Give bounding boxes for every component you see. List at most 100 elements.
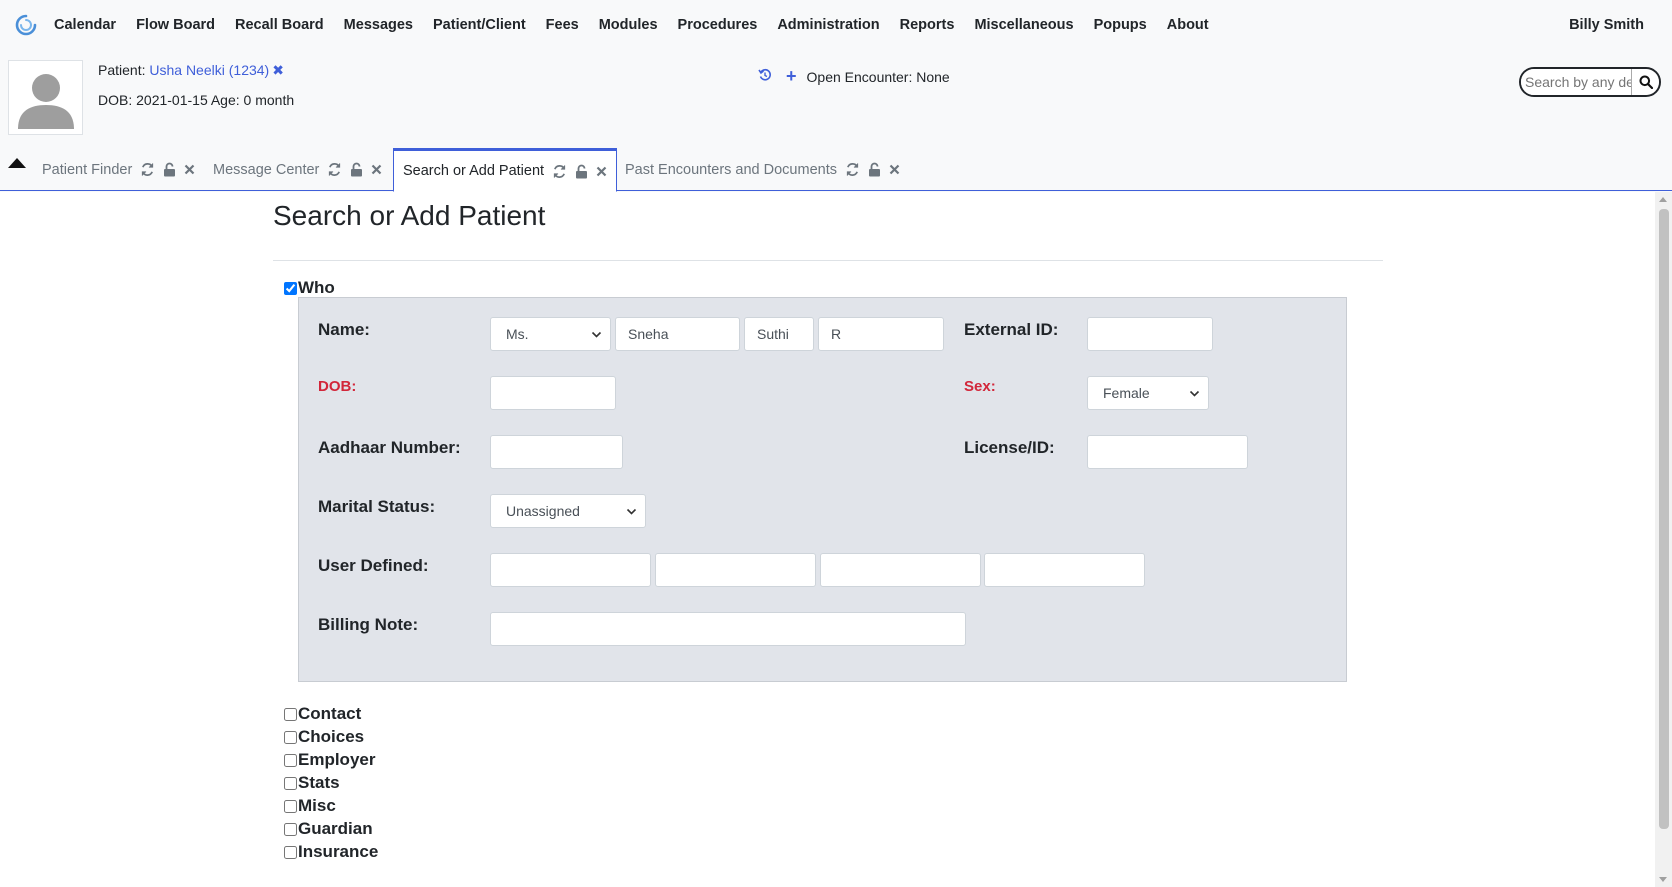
who-checkbox[interactable] [284, 281, 297, 295]
unlock-icon[interactable] [163, 162, 176, 177]
name-label: Name: [318, 320, 370, 339]
content-scrollbar[interactable] [1655, 192, 1672, 887]
chevron-down-icon [591, 331, 602, 338]
menu-messages[interactable]: Messages [334, 17, 423, 33]
middle-name-input[interactable] [744, 317, 814, 351]
section-label: Guardian [298, 819, 373, 838]
menu-recall-board[interactable]: Recall Board [225, 17, 334, 33]
external-id-input[interactable] [1087, 317, 1213, 351]
marital-status-select[interactable]: Unassigned [490, 494, 646, 528]
tab-search-add-patient[interactable]: Search or Add Patient [393, 148, 618, 192]
billing-note-label: Billing Note: [318, 615, 419, 634]
menu-patient-client[interactable]: Patient/Client [423, 17, 536, 33]
dob-input[interactable] [490, 376, 616, 410]
search-icon[interactable] [1631, 69, 1659, 95]
guardian-checkbox[interactable] [284, 822, 297, 836]
menu-flow-board[interactable]: Flow Board [126, 17, 225, 33]
sex-select[interactable]: Female [1087, 376, 1209, 410]
close-tab-icon[interactable] [184, 164, 195, 175]
unlock-icon[interactable] [350, 162, 363, 177]
user-defined-3-input[interactable] [820, 553, 981, 587]
dob-label: DOB: [318, 378, 357, 395]
section-label: Misc [298, 796, 336, 815]
marital-status-label: Marital Status: [318, 497, 436, 516]
menu-procedures[interactable]: Procedures [668, 17, 768, 33]
menu-fees[interactable]: Fees [536, 17, 589, 33]
history-icon[interactable] [758, 68, 772, 86]
unlock-icon[interactable] [575, 164, 588, 179]
user-defined-1-input[interactable] [490, 553, 651, 587]
license-label: License/ID: [964, 438, 1055, 457]
person-avatar-icon [17, 73, 74, 129]
close-tab-icon[interactable] [889, 164, 900, 175]
who-label: Who [298, 278, 335, 297]
chevron-down-icon [626, 508, 637, 515]
patient-search-input[interactable] [1521, 69, 1633, 95]
menu-administration[interactable]: Administration [767, 17, 889, 33]
tab-message-center[interactable]: Message Center [204, 148, 391, 191]
patient-avatar [8, 60, 83, 135]
last-name-input[interactable] [818, 317, 944, 351]
billing-note-input[interactable] [490, 612, 966, 646]
external-id-label: External ID: [964, 320, 1059, 339]
menu-miscellaneous[interactable]: Miscellaneous [964, 17, 1083, 33]
encounter-bar: + Open Encounter: None [758, 66, 950, 87]
close-tab-icon[interactable] [596, 166, 607, 177]
tab-label: Search or Add Patient [403, 163, 545, 179]
section-guardian[interactable]: Guardian [284, 819, 373, 839]
page-title: Search or Add Patient [273, 200, 546, 231]
menu-calendar[interactable]: Calendar [44, 17, 126, 33]
title-select[interactable]: Ms. [490, 317, 611, 351]
stats-checkbox[interactable] [284, 776, 297, 790]
tab-bar: Patient Finder Message Center Search or … [0, 148, 1672, 192]
patient-name-line: Patient: Usha Neelki (1234) ✖ [98, 62, 284, 79]
section-employer[interactable]: Employer [284, 750, 375, 770]
who-panel: Name: Ms. External ID: DOB: Sex: Female … [298, 297, 1347, 682]
section-stats[interactable]: Stats [284, 773, 340, 793]
refresh-icon[interactable] [845, 162, 860, 177]
section-who[interactable]: Who [284, 278, 335, 298]
aadhaar-input[interactable] [490, 435, 623, 469]
insurance-checkbox[interactable] [284, 845, 297, 859]
menu-modules[interactable]: Modules [589, 17, 668, 33]
section-label: Stats [298, 773, 340, 792]
menu-reports[interactable]: Reports [890, 17, 965, 33]
unlock-icon[interactable] [868, 162, 881, 177]
new-encounter-plus-icon[interactable]: + [786, 66, 797, 87]
section-choices[interactable]: Choices [284, 727, 364, 747]
license-input[interactable] [1087, 435, 1248, 469]
refresh-icon[interactable] [327, 162, 342, 177]
tab-label: Message Center [213, 161, 320, 178]
refresh-icon[interactable] [140, 162, 155, 177]
sex-select-value: Female [1103, 385, 1150, 401]
user-menu[interactable]: Billy Smith [1569, 17, 1644, 33]
section-label: Employer [298, 750, 376, 769]
collapse-triangle-icon[interactable] [8, 158, 26, 168]
scrollbar-thumb[interactable] [1659, 209, 1669, 829]
refresh-icon[interactable] [552, 164, 567, 179]
openemr-logo-icon[interactable] [15, 14, 37, 36]
close-tab-icon[interactable] [371, 164, 382, 175]
menu-about[interactable]: About [1157, 17, 1219, 33]
misc-checkbox[interactable] [284, 799, 297, 813]
scroll-up-arrow-icon[interactable] [1659, 197, 1667, 202]
section-label: Insurance [298, 842, 379, 861]
user-defined-4-input[interactable] [984, 553, 1145, 587]
section-insurance[interactable]: Insurance [284, 842, 378, 862]
tab-past-encounters[interactable]: Past Encounters and Documents [616, 148, 909, 191]
choices-checkbox[interactable] [284, 730, 297, 744]
section-label: Choices [298, 727, 365, 746]
scroll-down-arrow-icon[interactable] [1659, 877, 1667, 882]
patient-name-link[interactable]: Usha Neelki (1234) [149, 62, 269, 78]
section-contact[interactable]: Contact [284, 704, 361, 724]
user-defined-2-input[interactable] [655, 553, 816, 587]
contact-checkbox[interactable] [284, 707, 297, 721]
tab-patient-finder[interactable]: Patient Finder [33, 148, 204, 191]
section-misc[interactable]: Misc [284, 796, 336, 816]
clear-patient-icon[interactable]: ✖ [272, 62, 284, 78]
first-name-input[interactable] [615, 317, 740, 351]
main-menu: Calendar Flow Board Recall Board Message… [44, 0, 1219, 50]
employer-checkbox[interactable] [284, 753, 297, 767]
marital-select-value: Unassigned [506, 503, 580, 519]
menu-popups[interactable]: Popups [1084, 17, 1157, 33]
